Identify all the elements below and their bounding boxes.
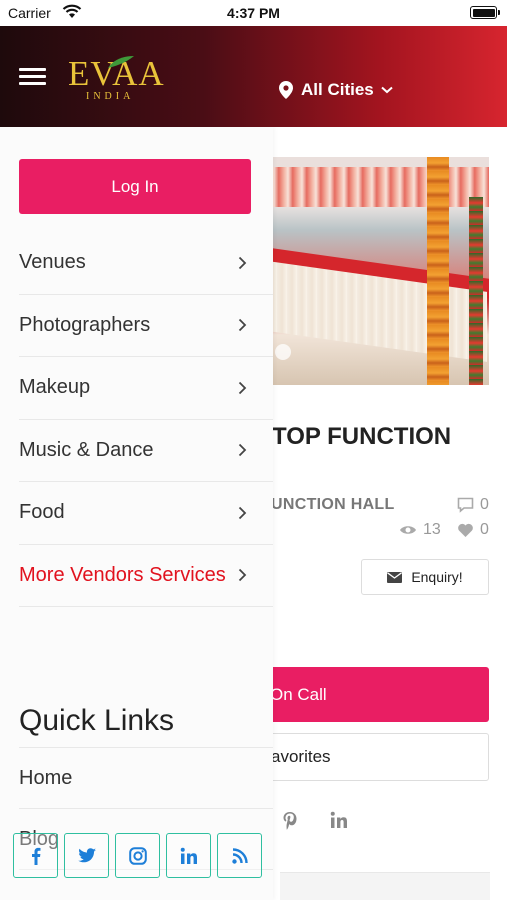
- pinterest-icon[interactable]: [282, 811, 298, 836]
- chevron-right-icon: [238, 569, 247, 582]
- facebook-icon[interactable]: [13, 833, 58, 878]
- comments-stat: 0: [457, 496, 489, 514]
- likes-count: 0: [480, 521, 489, 538]
- enquiry-label: Enquiry!: [411, 569, 463, 585]
- clock-time: 4:37 PM: [227, 5, 280, 21]
- views-count: 13: [423, 521, 441, 538]
- comment-icon: [457, 497, 474, 513]
- evaa-logo[interactable]: EVAA INDIA: [68, 55, 164, 103]
- instagram-icon[interactable]: [115, 833, 160, 878]
- city-selector[interactable]: All Cities: [279, 79, 393, 101]
- quick-link-home[interactable]: Home: [19, 748, 273, 809]
- battery-icon: [470, 6, 500, 19]
- views-stat: 13: [399, 521, 441, 539]
- menu-item-more-vendors[interactable]: More Vendors Services: [19, 545, 273, 607]
- comments-count: 0: [480, 496, 489, 513]
- favorites-label: avorites: [271, 747, 331, 766]
- menu-item-music-dance[interactable]: Music & Dance: [19, 420, 273, 482]
- twitter-icon[interactable]: [64, 833, 109, 878]
- chevron-right-icon: [238, 256, 247, 269]
- chevron-right-icon: [238, 444, 247, 457]
- menu-item-label: Venues: [19, 251, 86, 274]
- chevron-down-icon: [381, 86, 393, 94]
- chevron-right-icon: [238, 506, 247, 519]
- bottom-panel: [280, 872, 490, 900]
- menu-item-photographers[interactable]: Photographers: [19, 295, 273, 357]
- navigation-drawer: Log In Venues Photographers Makeup Music…: [0, 127, 273, 900]
- vendor-menu: Venues Photographers Makeup Music & Danc…: [19, 232, 273, 607]
- chevron-right-icon: [238, 381, 247, 394]
- quick-link-label: Home: [19, 766, 73, 789]
- menu-item-label: Food: [19, 501, 65, 524]
- menu-item-label: Photographers: [19, 313, 151, 336]
- venue-photo[interactable]: [237, 157, 489, 385]
- envelope-icon: [387, 571, 403, 583]
- menu-item-venues[interactable]: Venues: [19, 232, 273, 295]
- chevron-right-icon: [238, 319, 247, 332]
- city-selector-label: All Cities: [301, 80, 374, 99]
- social-links: [13, 833, 268, 878]
- app-header: EVAA INDIA All Cities: [0, 26, 507, 127]
- logo-subtext: INDIA: [86, 91, 135, 102]
- eye-icon: [400, 526, 416, 534]
- menu-item-label: Music & Dance: [19, 438, 154, 461]
- call-button-label: On Call: [270, 685, 327, 704]
- call-button[interactable]: On Call: [237, 667, 489, 722]
- location-pin-icon: [279, 81, 293, 99]
- login-button[interactable]: Log In: [19, 159, 251, 214]
- venue-category: UNCTION HALL: [271, 496, 395, 513]
- menu-item-makeup[interactable]: Makeup: [19, 357, 273, 420]
- enquiry-button[interactable]: Enquiry!: [361, 559, 489, 595]
- linkedin-icon[interactable]: [166, 833, 211, 878]
- leaf-icon: [108, 56, 134, 68]
- menu-item-label: More Vendors Services: [19, 563, 226, 586]
- hamburger-menu-icon[interactable]: [19, 68, 46, 86]
- venue-title: TOP FUNCTION: [272, 423, 452, 450]
- heart-icon: [458, 523, 473, 537]
- status-bar: Carrier 4:37 PM: [0, 0, 507, 26]
- linkedin-icon[interactable]: [330, 811, 348, 834]
- quick-links-heading: Quick Links: [19, 704, 175, 737]
- menu-item-food[interactable]: Food: [19, 482, 273, 545]
- rss-icon[interactable]: [217, 833, 262, 878]
- menu-item-label: Makeup: [19, 376, 91, 399]
- carousel-dot[interactable]: [275, 344, 291, 360]
- favorites-button[interactable]: avorites: [237, 733, 489, 781]
- likes-stat: 0: [457, 521, 489, 539]
